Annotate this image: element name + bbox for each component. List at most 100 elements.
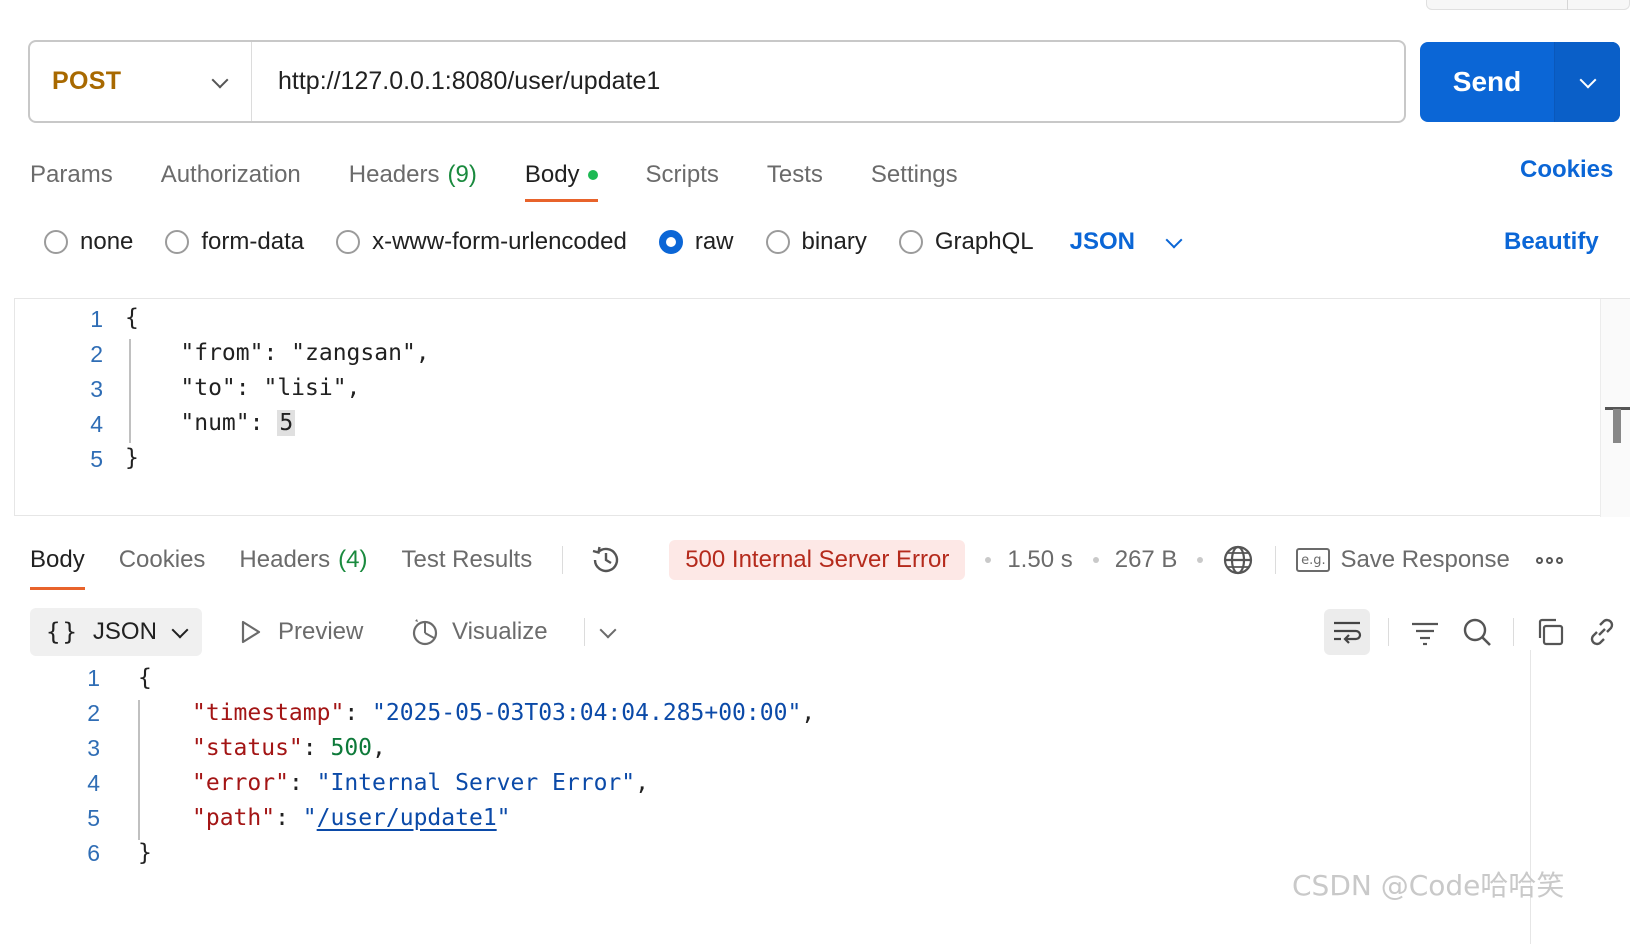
- response-size[interactable]: 267 B: [1115, 546, 1178, 574]
- tab-settings[interactable]: Settings: [871, 150, 958, 200]
- radio-graphql[interactable]: GraphQL: [898, 228, 1034, 256]
- response-format-select[interactable]: {} JSON: [30, 608, 202, 656]
- response-time[interactable]: 1.50 s: [1007, 546, 1072, 574]
- tab-body[interactable]: Body: [524, 150, 598, 202]
- tab-label: Settings: [870, 161, 958, 188]
- visualize-dropdown[interactable]: [584, 608, 617, 656]
- radio-label: binary: [801, 228, 867, 255]
- code-line: 6 }: [30, 835, 152, 871]
- code-text: }: [125, 445, 139, 471]
- line-number: 5: [87, 804, 100, 831]
- code-text: "path": "/user/update1": [192, 805, 511, 831]
- preview-button[interactable]: Preview: [240, 608, 363, 656]
- tab-tests[interactable]: Tests: [767, 150, 823, 200]
- beautify-button[interactable]: Beautify: [1504, 228, 1599, 256]
- json-string: "2025-05-03T03:04:04.285+00:00": [372, 700, 802, 726]
- radio-label: x-www-form-urlencoded: [372, 228, 627, 255]
- response-tabs: Body Cookies Headers (4) Test Results 500…: [30, 534, 1563, 590]
- response-tab-cookies[interactable]: Cookies: [119, 534, 206, 586]
- body-modified-dot: [587, 170, 598, 180]
- preview-label: Preview: [278, 618, 364, 645]
- code-line: 5: [15, 441, 103, 477]
- url-input[interactable]: [252, 42, 1404, 121]
- radio-circle[interactable]: [336, 230, 361, 254]
- send-dropdown-button[interactable]: [1555, 42, 1620, 122]
- radio-form-data[interactable]: form-data: [165, 228, 304, 256]
- radio-label: raw: [694, 228, 734, 255]
- divider: [584, 618, 585, 646]
- chevron-down-icon: [599, 623, 617, 641]
- tab-headers[interactable]: Headers (9): [349, 150, 477, 200]
- json-key: "error": [192, 770, 289, 796]
- tab-label: Cookies: [118, 546, 206, 573]
- body-format-select[interactable]: JSON: [1070, 228, 1183, 256]
- tab-label: Scripts: [645, 161, 719, 188]
- code-line: 4 "error": "Internal Server Error",: [30, 765, 649, 801]
- response-tab-body[interactable]: Body: [30, 534, 85, 590]
- json-key: "path": [192, 805, 276, 831]
- headers-count: (9): [447, 161, 477, 188]
- line-number: 2: [87, 699, 100, 726]
- format-label: JSON: [1069, 228, 1135, 255]
- radio-none[interactable]: none: [44, 228, 133, 256]
- filter-icon[interactable]: [1409, 616, 1441, 648]
- tab-scripts[interactable]: Scripts: [646, 150, 719, 200]
- send-button[interactable]: Send: [1420, 42, 1555, 122]
- send-button-group: Send: [1420, 42, 1620, 122]
- editor-scrollbar[interactable]: [1600, 299, 1630, 517]
- json-path-link[interactable]: /user/update1: [317, 805, 497, 831]
- method-label: POST: [52, 67, 122, 95]
- response-tools: [1324, 608, 1622, 656]
- visualize-icon: [412, 619, 438, 646]
- code-line: 3: [15, 371, 103, 407]
- save-response-button[interactable]: e.g. Save Response: [1296, 546, 1510, 574]
- radio-raw[interactable]: raw: [658, 228, 734, 256]
- radio-binary[interactable]: binary: [765, 228, 867, 256]
- tab-label: Headers: [239, 546, 331, 573]
- method-select[interactable]: POST: [30, 42, 252, 121]
- scrollbar-thumb[interactable]: [1613, 409, 1621, 443]
- radio-label: none: [80, 228, 134, 255]
- request-tabs: Params Authorization Headers (9) Body Scr…: [30, 150, 1006, 202]
- globe-icon[interactable]: [1221, 543, 1255, 577]
- link-icon[interactable]: [1586, 616, 1618, 648]
- response-tab-headers[interactable]: Headers (4): [239, 534, 367, 586]
- radio-circle[interactable]: [44, 230, 68, 254]
- divider: [1388, 618, 1389, 646]
- radio-circle[interactable]: [765, 230, 790, 254]
- separator-dot: [1197, 557, 1204, 563]
- code-text: "timestamp": "2025-05-03T03:04:04.285+00…: [192, 700, 816, 726]
- code-line: 1 {: [30, 660, 152, 696]
- more-options-icon[interactable]: [1535, 556, 1563, 564]
- tab-params[interactable]: Params: [30, 150, 113, 200]
- response-toolbar: {} JSON Preview Visualize: [30, 608, 1622, 656]
- tab-authorization[interactable]: Authorization: [161, 150, 301, 200]
- line-number: 1: [87, 664, 100, 691]
- response-tab-test-results[interactable]: Test Results: [401, 534, 532, 586]
- radio-circle[interactable]: [165, 230, 190, 254]
- line-number: 2: [90, 340, 103, 367]
- status-badge[interactable]: 500 Internal Server Error: [669, 540, 966, 580]
- tab-label: Test Results: [401, 546, 533, 573]
- radio-circle[interactable]: [898, 230, 923, 254]
- code-text: "num": 5: [125, 410, 296, 436]
- visualize-label: Visualize: [452, 618, 548, 645]
- visualize-button[interactable]: Visualize: [410, 608, 548, 656]
- code-text: "to": "lisi",: [125, 375, 361, 401]
- history-icon[interactable]: [589, 543, 623, 577]
- separator-dot: [985, 557, 992, 563]
- search-icon[interactable]: [1461, 616, 1493, 648]
- code-text-key: "num":: [125, 410, 278, 436]
- request-body-editor[interactable]: 1 2 3 4 5 { "from": "zangsan", "to": "li…: [14, 298, 1630, 517]
- code-text: }: [138, 840, 152, 866]
- cookies-link[interactable]: Cookies: [1520, 156, 1613, 184]
- indent-guide: [129, 339, 131, 443]
- radio-urlencoded[interactable]: x-www-form-urlencoded: [336, 228, 627, 256]
- copy-icon[interactable]: [1534, 616, 1566, 648]
- code-text: "error": "Internal Server Error",: [192, 770, 649, 796]
- radio-circle-checked[interactable]: [658, 230, 683, 254]
- radio-label: form-data: [201, 228, 305, 255]
- watermark: CSDN @Code哈哈笑: [1292, 869, 1565, 902]
- code-text: "status": 500,: [192, 735, 386, 761]
- word-wrap-button[interactable]: [1324, 609, 1370, 655]
